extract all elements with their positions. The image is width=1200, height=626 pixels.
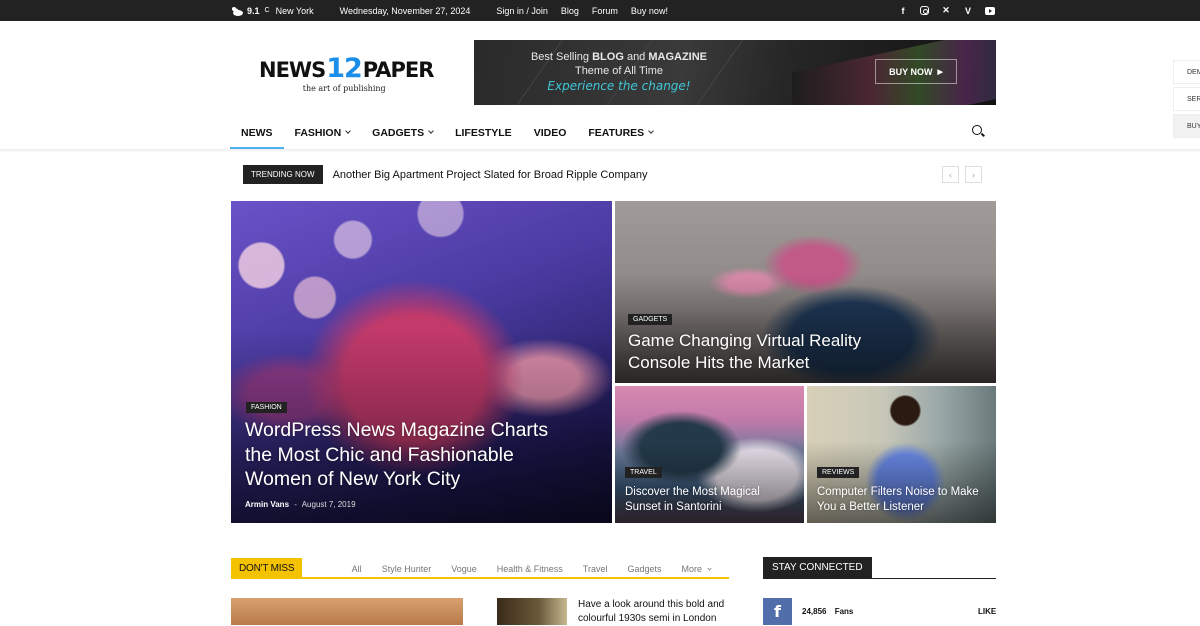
featured-article-main[interactable]: FASHION WordPress News Magazine Charts t…	[231, 201, 612, 523]
dont-miss-tabs: All Style Hunter Vogue Health & Fitness …	[342, 558, 721, 579]
category-badge[interactable]: TRAVEL	[625, 467, 662, 478]
banner-slogan: Experience the change!	[547, 79, 691, 93]
article-title[interactable]: Game Changing Virtual Reality Console Hi…	[628, 330, 888, 373]
tab-more[interactable]: More	[671, 564, 721, 574]
featured-article[interactable]: REVIEWS Computer Filters Noise to Make Y…	[807, 386, 996, 523]
banner-text-bold: MAGAZINE	[648, 51, 708, 63]
banner-buy-now-button[interactable]: BUY NOW ▶	[875, 59, 957, 84]
featured-article[interactable]: GADGETS Game Changing Virtual Reality Co…	[615, 201, 996, 383]
dont-miss-header: DON'T MISS All Style Hunter Vogue Health…	[231, 558, 729, 579]
dont-miss-thumb-image[interactable]	[497, 598, 567, 625]
temperature: 9.1	[247, 5, 260, 16]
chevron-down-icon	[707, 565, 712, 571]
main-nav: NEWS FASHION GADGETS LIFESTYLE VIDEO FEA…	[230, 116, 664, 149]
stay-connected-header: STAY CONNECTED	[763, 557, 996, 579]
trending-bar: TRENDING NOW Another Big Apartment Proje…	[243, 165, 647, 184]
facebook-fans-count: 24,856 Fans	[802, 607, 853, 616]
fans-unit: Fans	[834, 607, 854, 616]
meta-separator: -	[294, 500, 297, 509]
cloud-sun-icon	[232, 6, 243, 16]
nav-item-video[interactable]: VIDEO	[523, 116, 578, 149]
site-logo[interactable]: NEWS 12 PAPER the art of publishing	[259, 53, 435, 93]
facebook-icon[interactable]: f	[898, 6, 908, 16]
banner-text: Best Selling	[530, 51, 593, 63]
tab-more-label: More	[681, 563, 702, 574]
ad-banner[interactable]: Best Selling BLOG and MAGAZINE Theme of …	[474, 40, 996, 105]
top-bar: 9.1 C New York Wednesday, November 27, 2…	[0, 0, 1200, 21]
banner-subline: Theme of All Time	[574, 65, 664, 77]
chevron-down-icon	[648, 128, 655, 134]
nav-item-fashion[interactable]: FASHION	[284, 116, 362, 149]
nav-item-lifestyle[interactable]: LIFESTYLE	[444, 116, 523, 149]
article-title[interactable]: Discover the Most Magical Sunset in Sant…	[625, 485, 797, 515]
vimeo-icon[interactable]: V	[963, 6, 973, 16]
article-meta: Armin Vans - August 7, 2019	[245, 500, 356, 509]
trending-prev-button[interactable]: ‹	[942, 166, 959, 183]
nav-label: FEATURES	[588, 126, 645, 139]
x-icon[interactable]: ✕	[941, 5, 951, 16]
buy-now-link[interactable]: Buy now!	[631, 6, 668, 16]
category-badge[interactable]: GADGETS	[628, 314, 673, 325]
weather-widget: 9.1 C New York	[230, 6, 314, 16]
forum-link[interactable]: Forum	[592, 6, 618, 16]
side-tab-demos[interactable]: DEMOS	[1173, 60, 1200, 84]
nav-label: VIDEO	[533, 126, 567, 139]
instagram-icon[interactable]	[920, 6, 929, 15]
nav-label: FASHION	[294, 126, 342, 139]
tab-style-hunter[interactable]: Style Hunter	[372, 564, 442, 574]
banner-headline: Best Selling BLOG and MAGAZINE Theme of …	[474, 50, 764, 78]
logo-tagline: the art of publishing	[302, 84, 386, 93]
youtube-icon[interactable]	[985, 6, 995, 15]
nav-label: NEWS	[241, 126, 273, 139]
blog-link[interactable]: Blog	[561, 6, 579, 16]
side-tab-services[interactable]: SERVICES	[1173, 87, 1200, 111]
tab-health-fitness[interactable]: Health & Fitness	[487, 564, 573, 574]
article-date: August 7, 2019	[301, 500, 356, 509]
facebook-like-button[interactable]: LIKE	[978, 607, 996, 616]
article-title[interactable]: WordPress News Magazine Charts the Most …	[245, 418, 565, 492]
dont-miss-main-image[interactable]	[231, 598, 463, 625]
trending-next-button[interactable]: ›	[965, 166, 982, 183]
article-title[interactable]: Computer Filters Noise to Make You a Bet…	[817, 485, 992, 515]
featured-article[interactable]: TRAVEL Discover the Most Magical Sunset …	[615, 386, 804, 523]
nav-item-features[interactable]: FEATURES	[577, 116, 664, 149]
facebook-icon[interactable]: f	[763, 598, 792, 625]
play-triangle-icon: ▶	[937, 68, 943, 76]
banner-text: and	[623, 51, 649, 63]
nav-item-gadgets[interactable]: GADGETS	[361, 116, 444, 149]
side-tabs: DEMOS SERVICES BUY	[1173, 60, 1200, 141]
tab-all[interactable]: All	[342, 564, 372, 574]
current-date: Wednesday, November 27, 2024	[339, 5, 471, 16]
dont-miss-label: DON'T MISS	[231, 558, 303, 579]
tab-travel[interactable]: Travel	[573, 564, 618, 574]
trending-headline[interactable]: Another Big Apartment Project Slated for…	[333, 169, 648, 181]
stay-connected-label: STAY CONNECTED	[763, 557, 872, 579]
trending-label: TRENDING NOW	[243, 165, 323, 184]
buy-now-label: BUY NOW	[889, 66, 933, 77]
category-badge[interactable]: REVIEWS	[817, 467, 860, 478]
banner-text-bold: BLOG	[592, 51, 624, 63]
tab-vogue[interactable]: Vogue	[441, 564, 487, 574]
dont-miss-article-title[interactable]: Have a look around this bold and colourf…	[578, 598, 738, 626]
side-tab-buy[interactable]: BUY	[1173, 114, 1200, 138]
logo-word-right: PAPER	[362, 58, 435, 82]
nav-item-news[interactable]: NEWS	[230, 116, 284, 149]
chevron-down-icon	[428, 128, 434, 134]
social-links: f ✕ V	[898, 5, 995, 16]
nav-divider	[0, 149, 1200, 153]
nav-label: GADGETS	[372, 126, 425, 139]
logo-word-left: NEWS	[259, 58, 326, 82]
category-badge[interactable]: FASHION	[246, 402, 287, 413]
tab-gadgets[interactable]: Gadgets	[617, 564, 671, 574]
temperature-unit: C	[264, 7, 270, 14]
search-icon[interactable]	[972, 125, 986, 139]
weather-city: New York	[275, 5, 314, 16]
chevron-down-icon	[345, 128, 352, 134]
fans-count: 24,856	[802, 607, 827, 616]
sign-in-link[interactable]: Sign in / Join	[496, 6, 548, 16]
nav-label: LIFESTYLE	[455, 126, 512, 139]
logo-number: 12	[326, 53, 363, 84]
article-author[interactable]: Armin Vans	[245, 500, 289, 509]
